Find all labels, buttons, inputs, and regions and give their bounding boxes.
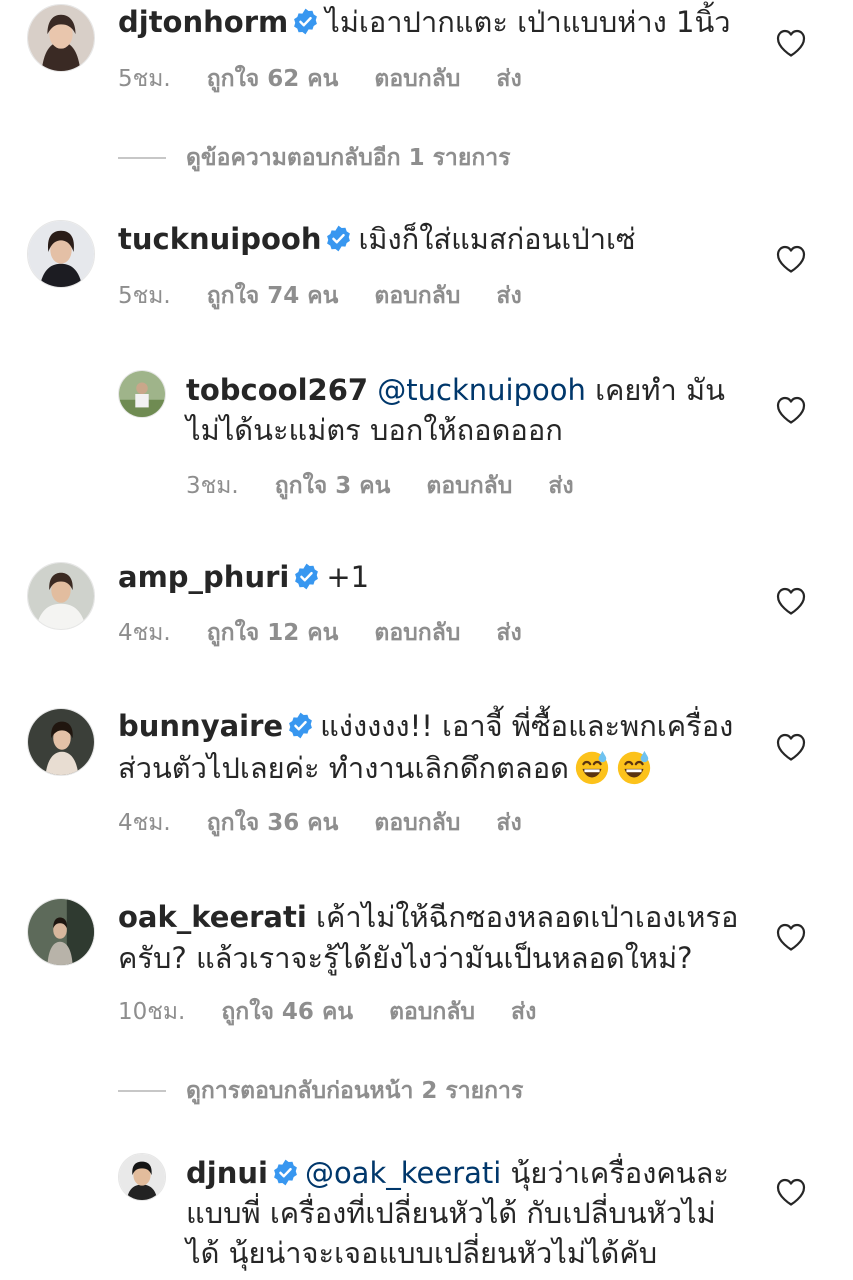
- username[interactable]: tucknuipooh: [118, 222, 321, 256]
- comment-text-line2: ครับ? แล้วเราจะรู้ได้ยังไงว่ามันเป็นหลอด…: [118, 938, 693, 978]
- reply-button[interactable]: ตอบกลับ: [389, 999, 475, 1025]
- like-heart-icon[interactable]: [776, 396, 806, 424]
- comment-body-line2: แบบพี่ เครื่องที่เปลี่ยนหัวได้ กับเปลี่บ…: [186, 1196, 716, 1230]
- likes-count[interactable]: ถูกใจ 74 คน: [207, 283, 339, 309]
- like-heart-icon[interactable]: [776, 1178, 806, 1206]
- comment-text: tucknuipooh เมิงก็ใส่แมสก่อนเป่าเซ่: [118, 219, 636, 259]
- comment-body: ไม่เอาปากแตะ เป่าแบบห่าง 1นิ้ว: [325, 5, 731, 39]
- username[interactable]: oak_keerati: [118, 900, 307, 934]
- verified-icon: [287, 712, 314, 739]
- verified-icon: [272, 1159, 299, 1186]
- likes-count[interactable]: ถูกใจ 62 คน: [207, 66, 339, 92]
- view-previous-replies-label[interactable]: ดูการตอบกลับก่อนหน้า 2 รายการ: [186, 1078, 523, 1104]
- like-heart-icon[interactable]: [776, 245, 806, 273]
- comment-text: amp_phuri +1: [118, 557, 369, 597]
- comment-meta: 4ชม. ถูกใจ 12 คน ตอบกลับ ส่ง: [118, 615, 558, 651]
- comment-text: tobcool267 @tucknuipooh เคยทำ มัน: [186, 370, 725, 410]
- comment-meta: 3ชม. ถูกใจ 3 คน ตอบกลับ ส่ง: [186, 468, 610, 504]
- avatar[interactable]: [118, 1153, 166, 1201]
- view-previous-replies[interactable]: ดูการตอบกลับก่อนหน้า 2 รายการ: [118, 1073, 523, 1109]
- comment-text: djtonhorm ไม่เอาปากแตะ เป่าแบบห่าง 1นิ้ว: [118, 2, 731, 42]
- avatar[interactable]: [118, 370, 166, 418]
- username[interactable]: amp_phuri: [118, 560, 289, 594]
- timestamp: 10ชม.: [118, 999, 186, 1025]
- comment-text: oak_keerati เค้าไม่ให้ฉีกซองหลอดเป่าเองเ…: [118, 897, 738, 937]
- sweat-smile-emoji-icon: [615, 748, 653, 786]
- username[interactable]: djnui: [186, 1156, 268, 1190]
- like-heart-icon[interactable]: [776, 587, 806, 615]
- send-button[interactable]: ส่ง: [548, 473, 573, 499]
- view-more-replies-label[interactable]: ดูข้อความตอบกลับอีก 1 รายการ: [186, 145, 511, 171]
- mention-link[interactable]: @oak_keerati: [305, 1156, 501, 1190]
- mention-link[interactable]: @tucknuipooh: [377, 373, 586, 407]
- likes-count[interactable]: ถูกใจ 36 คน: [207, 810, 339, 836]
- timestamp: 5ชม.: [118, 283, 171, 309]
- comment-text: djnui @oak_keerati นุ้ยว่าเครื่องคนละ: [186, 1153, 729, 1193]
- avatar[interactable]: [27, 220, 95, 288]
- like-heart-icon[interactable]: [776, 923, 806, 951]
- avatar[interactable]: [27, 4, 95, 72]
- reply-button[interactable]: ตอบกลับ: [374, 620, 460, 646]
- send-button[interactable]: ส่ง: [496, 620, 521, 646]
- avatar[interactable]: [27, 708, 95, 776]
- send-button[interactable]: ส่ง: [496, 66, 521, 92]
- comment-body-line1: แง่งงงง!! เอาจี้ พี่ซื้อและพกเครื่อง: [320, 709, 734, 743]
- comment-body-line1: เคยทำ มัน: [595, 373, 725, 407]
- comment-body: เมิงก็ใส่แมสก่อนเป่าเซ่: [358, 222, 636, 256]
- timestamp: 4ชม.: [118, 810, 171, 836]
- comment-text: bunnyaire แง่งงงง!! เอาจี้ พี่ซื้อและพกเค…: [118, 706, 733, 746]
- comment-text-line2: ส่วนตัวไปเลยค่ะ ทำงานเลิกดึกตลอด: [118, 748, 653, 788]
- reply-button[interactable]: ตอบกลับ: [426, 473, 512, 499]
- divider-line: [118, 1090, 166, 1092]
- timestamp: 5ชม.: [118, 66, 171, 92]
- username[interactable]: bunnyaire: [118, 709, 283, 743]
- comment-body-line1: นุ้ยว่าเครื่องคนละ: [510, 1156, 729, 1190]
- verified-icon: [293, 563, 320, 590]
- send-button[interactable]: ส่ง: [496, 810, 521, 836]
- comment-body-line3: ได้ นุ้ยน่าจะเจอแบบเปลี่ยนหัวไม่ได้คับ: [186, 1236, 658, 1270]
- timestamp: 3ชม.: [186, 473, 239, 499]
- verified-icon: [292, 8, 319, 35]
- comment-meta: 10ชม. ถูกใจ 46 คน ตอบกลับ ส่ง: [118, 994, 572, 1030]
- comment-body-line2: ไม่ได้นะแม่ตร บอกให้ถอดออก: [186, 413, 563, 447]
- comment-text-line3: ได้ นุ้ยน่าจะเจอแบบเปลี่ยนหัวไม่ได้คับ: [186, 1233, 657, 1273]
- comment-meta: 4ชม. ถูกใจ 36 คน ตอบกลับ ส่ง: [118, 805, 558, 841]
- reply-button[interactable]: ตอบกลับ: [374, 283, 460, 309]
- verified-icon: [325, 225, 352, 252]
- divider-line: [118, 157, 166, 159]
- reply-button[interactable]: ตอบกลับ: [374, 810, 460, 836]
- likes-count[interactable]: ถูกใจ 12 คน: [207, 620, 339, 646]
- comment-body-line1: เค้าไม่ให้ฉีกซองหลอดเป่าเองเหรอ: [316, 900, 739, 934]
- comment-body-line2: ส่วนตัวไปเลยค่ะ ทำงานเลิกดึกตลอด: [118, 751, 569, 785]
- comment-text-line2: แบบพี่ เครื่องที่เปลี่ยนหัวได้ กับเปลี่บ…: [186, 1193, 716, 1233]
- view-more-replies[interactable]: ดูข้อความตอบกลับอีก 1 รายการ: [118, 140, 511, 176]
- send-button[interactable]: ส่ง: [511, 999, 536, 1025]
- sweat-smile-emoji-icon: [573, 748, 611, 786]
- comment-body: +1: [326, 560, 370, 594]
- username[interactable]: djtonhorm: [118, 5, 288, 39]
- comment-meta: 5ชม. ถูกใจ 74 คน ตอบกลับ ส่ง: [118, 278, 558, 314]
- comment-meta: 5ชม. ถูกใจ 62 คน ตอบกลับ ส่ง: [118, 61, 558, 97]
- timestamp: 4ชม.: [118, 620, 171, 646]
- comment-body-line2: ครับ? แล้วเราจะรู้ได้ยังไงว่ามันเป็นหลอด…: [118, 941, 693, 975]
- avatar[interactable]: [27, 562, 95, 630]
- reply-button[interactable]: ตอบกลับ: [374, 66, 460, 92]
- comment-text-line2: ไม่ได้นะแม่ตร บอกให้ถอดออก: [186, 410, 563, 450]
- avatar[interactable]: [27, 898, 95, 966]
- like-heart-icon[interactable]: [776, 733, 806, 761]
- username[interactable]: tobcool267: [186, 373, 368, 407]
- likes-count[interactable]: ถูกใจ 46 คน: [221, 999, 353, 1025]
- like-heart-icon[interactable]: [776, 29, 806, 57]
- send-button[interactable]: ส่ง: [496, 283, 521, 309]
- likes-count[interactable]: ถูกใจ 3 คน: [275, 473, 391, 499]
